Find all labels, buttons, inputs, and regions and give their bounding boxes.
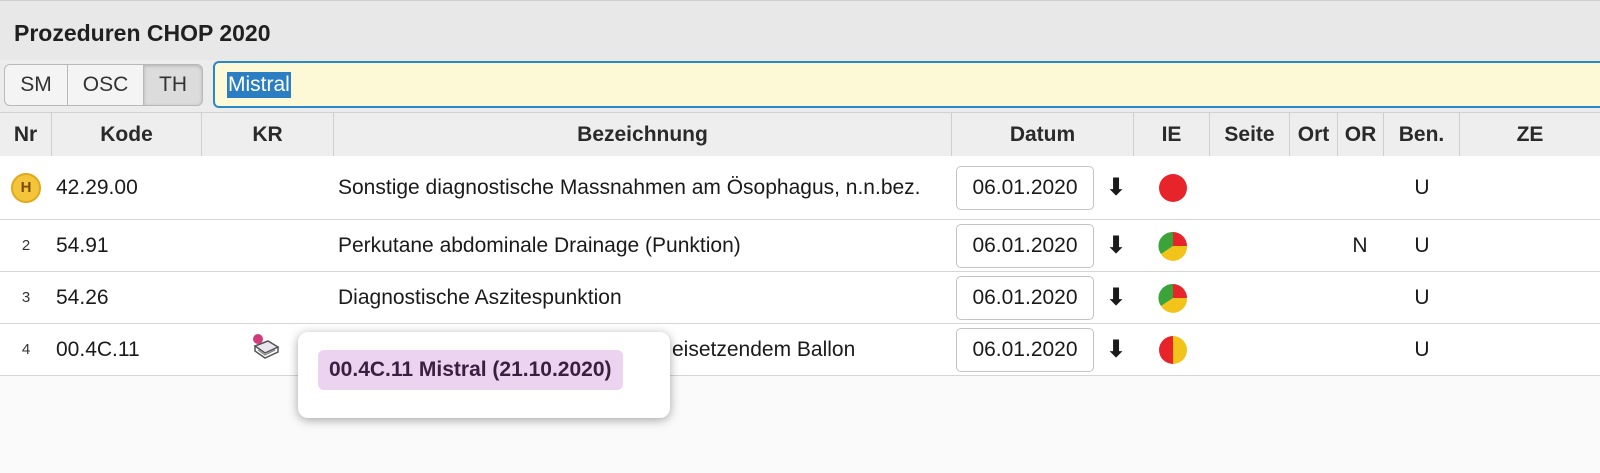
catalog-book-icon[interactable] bbox=[250, 332, 282, 364]
panel-title: Prozeduren CHOP 2020 bbox=[14, 20, 271, 46]
ie-status-icon bbox=[1150, 324, 1196, 375]
table-header: Nr Kode KR Bezeichnung Datum IE Seite Or… bbox=[0, 112, 1600, 157]
arrow-down-icon[interactable]: ⬇ bbox=[1103, 156, 1129, 219]
row-bezeichnung: Diagnostische Aszitespunktion bbox=[338, 286, 622, 309]
code-tooltip: 00.4C.11 Mistral (21.10.2020) bbox=[298, 332, 670, 418]
row-nr: 4 bbox=[21, 341, 31, 358]
tooltip-chip: 00.4C.11 Mistral (21.10.2020) bbox=[318, 350, 623, 390]
date-field[interactable]: 06.01.2020 bbox=[956, 275, 1094, 320]
header-bezeichnung[interactable]: Bezeichnung bbox=[334, 113, 952, 156]
table-row[interactable]: 2 54.91 Perkutane abdominale Drainage (P… bbox=[0, 220, 1600, 272]
table-row[interactable]: 4 00.4C.11 eisetzendem Ballon 06.01.2020… bbox=[0, 324, 1600, 376]
row-kode: 54.26 bbox=[56, 285, 109, 309]
header-kr[interactable]: KR bbox=[202, 113, 334, 156]
search-input-value[interactable]: Mistral bbox=[227, 71, 291, 98]
row-kode: 54.91 bbox=[56, 233, 109, 257]
ie-status-icon bbox=[1150, 272, 1196, 323]
header-nr[interactable]: Nr bbox=[0, 113, 52, 156]
segment-th-button[interactable]: TH bbox=[143, 64, 203, 106]
header-datum[interactable]: Datum bbox=[952, 113, 1134, 156]
ie-status-icon bbox=[1150, 156, 1196, 219]
row-datum: 06.01.2020 bbox=[956, 272, 1096, 323]
table-row[interactable]: 3 54.26 Diagnostische Aszitespunktion 06… bbox=[0, 272, 1600, 324]
row-datum: 06.01.2020 bbox=[956, 156, 1096, 219]
header-seite[interactable]: Seite bbox=[1210, 113, 1290, 156]
row-kode: 00.4C.11 bbox=[56, 337, 140, 361]
arrow-down-icon[interactable]: ⬇ bbox=[1103, 272, 1129, 323]
row-or: N bbox=[1352, 233, 1368, 257]
row-bezeichnung: Sonstige diagnostische Massnahmen am Öso… bbox=[338, 176, 921, 199]
row-ben: U bbox=[1414, 285, 1430, 309]
row-ben: U bbox=[1414, 233, 1430, 257]
segment-sm-button[interactable]: SM bbox=[4, 64, 68, 106]
row-kode: 42.29.00 bbox=[56, 175, 138, 199]
row-nr: H bbox=[0, 156, 52, 219]
header-ze[interactable]: ZE bbox=[1460, 113, 1600, 156]
row-bezeichnung: eisetzendem Ballon bbox=[672, 338, 856, 361]
date-field[interactable]: 06.01.2020 bbox=[956, 223, 1094, 268]
row-datum: 06.01.2020 bbox=[956, 324, 1096, 375]
row-ben: U bbox=[1414, 337, 1430, 361]
arrow-down-icon[interactable]: ⬇ bbox=[1103, 220, 1129, 271]
header-ort[interactable]: Ort bbox=[1290, 113, 1338, 156]
header-or[interactable]: OR bbox=[1338, 113, 1384, 156]
date-field[interactable]: 06.01.2020 bbox=[956, 327, 1094, 372]
row-datum: 06.01.2020 bbox=[956, 220, 1096, 271]
row-ben: U bbox=[1414, 175, 1430, 199]
panel-header: Prozeduren CHOP 2020 bbox=[0, 0, 1600, 61]
segment-osc-button[interactable]: OSC bbox=[67, 64, 144, 106]
row-nr: 2 bbox=[21, 237, 31, 254]
procedures-table: Nr Kode KR Bezeichnung Datum IE Seite Or… bbox=[0, 112, 1600, 473]
header-ben[interactable]: Ben. bbox=[1384, 113, 1460, 156]
toolbar: SM OSC TH Mistral bbox=[0, 60, 1600, 112]
header-ie[interactable]: IE bbox=[1134, 113, 1210, 156]
header-kode[interactable]: Kode bbox=[52, 113, 202, 156]
ie-status-icon bbox=[1150, 220, 1196, 271]
main-procedure-badge: H bbox=[11, 172, 41, 203]
row-nr: 3 bbox=[21, 289, 31, 306]
date-field[interactable]: 06.01.2020 bbox=[956, 165, 1094, 210]
arrow-down-icon[interactable]: ⬇ bbox=[1103, 324, 1129, 375]
search-input[interactable]: Mistral bbox=[213, 61, 1600, 108]
row-bezeichnung: Perkutane abdominale Drainage (Punktion) bbox=[338, 234, 741, 257]
table-row[interactable]: H 42.29.00 Sonstige diagnostische Massna… bbox=[0, 156, 1600, 220]
